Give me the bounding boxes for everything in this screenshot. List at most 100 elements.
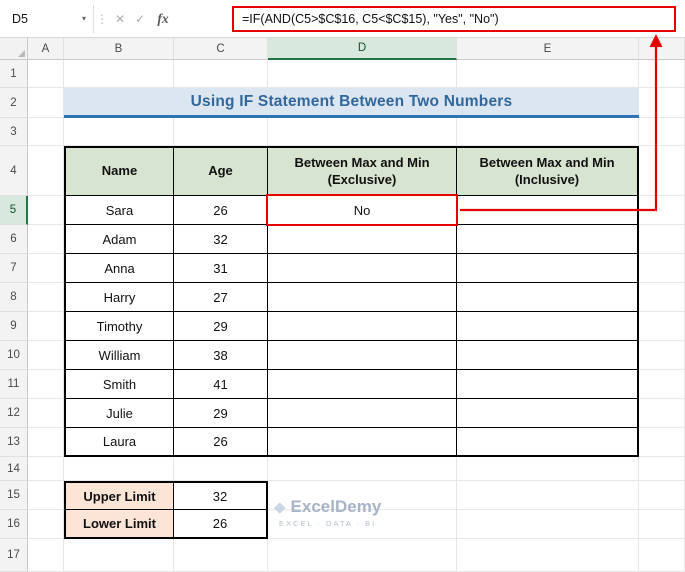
cell-A17[interactable] — [28, 539, 64, 572]
row-header-15[interactable]: 15 — [0, 481, 28, 510]
table-header-E4[interactable]: Between Max and Min (Inclusive) — [457, 146, 639, 196]
cell-D10[interactable] — [268, 341, 457, 370]
row-header-16[interactable]: 16 — [0, 510, 28, 539]
cell-C5[interactable]: 26 — [174, 196, 268, 225]
cell-C12[interactable]: 29 — [174, 399, 268, 428]
cell-D7[interactable] — [268, 254, 457, 283]
limit-label-lower[interactable]: Lower Limit — [64, 510, 174, 539]
limit-value-lower[interactable]: 26 — [174, 510, 268, 539]
cell-F11[interactable] — [639, 370, 685, 399]
row-header-1[interactable]: 1 — [0, 60, 28, 88]
cell-E15[interactable] — [457, 481, 639, 510]
cell-B3[interactable] — [64, 118, 174, 146]
cell-D14[interactable] — [268, 457, 457, 481]
cell-F17[interactable] — [639, 539, 685, 572]
row-header-13[interactable]: 13 — [0, 428, 28, 457]
cell-B17[interactable] — [64, 539, 174, 572]
limit-label-upper[interactable]: Upper Limit — [64, 481, 174, 510]
row-header-6[interactable]: 6 — [0, 225, 28, 254]
cell-D15[interactable] — [268, 481, 457, 510]
cell-E16[interactable] — [457, 510, 639, 539]
cell-D1[interactable] — [268, 60, 457, 88]
row-header-2[interactable]: 2 — [0, 88, 28, 118]
cell-A6[interactable] — [28, 225, 64, 254]
cell-A13[interactable] — [28, 428, 64, 457]
column-header-B[interactable]: B — [64, 38, 174, 60]
cell-A7[interactable] — [28, 254, 64, 283]
title-cell[interactable]: Using IF Statement Between Two Numbers — [64, 88, 639, 118]
table-header-C4[interactable]: Age — [174, 146, 268, 196]
cell-C13[interactable]: 26 — [174, 428, 268, 457]
cell-E17[interactable] — [457, 539, 639, 572]
cell-C11[interactable]: 41 — [174, 370, 268, 399]
row-header-8[interactable]: 8 — [0, 283, 28, 312]
cell-C10[interactable]: 38 — [174, 341, 268, 370]
cell-D16[interactable] — [268, 510, 457, 539]
cell-B8[interactable]: Harry — [64, 283, 174, 312]
formula-input[interactable]: =IF(AND(C5>$C$16, C5<$C$15), "Yes", "No"… — [232, 5, 676, 32]
cell-E14[interactable] — [457, 457, 639, 481]
cell-D9[interactable] — [268, 312, 457, 341]
cell-E1[interactable] — [457, 60, 639, 88]
cell-C9[interactable]: 29 — [174, 312, 268, 341]
cell-C6[interactable]: 32 — [174, 225, 268, 254]
cell-A2[interactable] — [28, 88, 64, 118]
cell-B11[interactable]: Smith — [64, 370, 174, 399]
row-header-9[interactable]: 9 — [0, 312, 28, 341]
cell-A14[interactable] — [28, 457, 64, 481]
active-cell-D5[interactable]: No — [266, 194, 458, 226]
cell-E9[interactable] — [457, 312, 639, 341]
cell-E12[interactable] — [457, 399, 639, 428]
row-header-4[interactable]: 4 — [0, 146, 28, 196]
cell-F10[interactable] — [639, 341, 685, 370]
row-header-12[interactable]: 12 — [0, 399, 28, 428]
cell-D11[interactable] — [268, 370, 457, 399]
cell-B10[interactable]: William — [64, 341, 174, 370]
cell-A3[interactable] — [28, 118, 64, 146]
enter-icon[interactable]: ✓ — [130, 12, 150, 26]
cell-F9[interactable] — [639, 312, 685, 341]
cell-A12[interactable] — [28, 399, 64, 428]
cell-E10[interactable] — [457, 341, 639, 370]
cell-B6[interactable]: Adam — [64, 225, 174, 254]
cell-C17[interactable] — [174, 539, 268, 572]
cell-D6[interactable] — [268, 225, 457, 254]
insert-function-icon[interactable]: fx — [150, 11, 176, 27]
cell-F4[interactable] — [639, 146, 685, 196]
cell-F8[interactable] — [639, 283, 685, 312]
cell-C7[interactable]: 31 — [174, 254, 268, 283]
select-all-corner[interactable] — [0, 38, 28, 60]
cell-A1[interactable] — [28, 60, 64, 88]
cell-A9[interactable] — [28, 312, 64, 341]
row-header-17[interactable]: 17 — [0, 539, 28, 572]
row-header-11[interactable]: 11 — [0, 370, 28, 399]
cell-E8[interactable] — [457, 283, 639, 312]
cell-C3[interactable] — [174, 118, 268, 146]
cell-B7[interactable]: Anna — [64, 254, 174, 283]
limit-value-upper[interactable]: 32 — [174, 481, 268, 510]
cell-C14[interactable] — [174, 457, 268, 481]
column-header-C[interactable]: C — [174, 38, 268, 60]
column-header-A[interactable]: A — [28, 38, 64, 60]
cell-F5[interactable] — [639, 196, 685, 225]
row-header-14[interactable]: 14 — [0, 457, 28, 481]
name-box[interactable]: D5 ▾ — [0, 4, 94, 33]
cancel-icon[interactable]: ✕ — [110, 12, 130, 26]
cell-D13[interactable] — [268, 428, 457, 457]
cell-B13[interactable]: Laura — [64, 428, 174, 457]
column-header-D[interactable]: D — [268, 38, 457, 60]
table-header-B4[interactable]: Name — [64, 146, 174, 196]
cell-E13[interactable] — [457, 428, 639, 457]
row-header-10[interactable]: 10 — [0, 341, 28, 370]
cell-C8[interactable]: 27 — [174, 283, 268, 312]
cell-A10[interactable] — [28, 341, 64, 370]
cell-F6[interactable] — [639, 225, 685, 254]
cell-F13[interactable] — [639, 428, 685, 457]
cell-A16[interactable] — [28, 510, 64, 539]
cell-B12[interactable]: Julie — [64, 399, 174, 428]
cell-A8[interactable] — [28, 283, 64, 312]
cell-D8[interactable] — [268, 283, 457, 312]
cell-F7[interactable] — [639, 254, 685, 283]
cell-E11[interactable] — [457, 370, 639, 399]
cell-D12[interactable] — [268, 399, 457, 428]
